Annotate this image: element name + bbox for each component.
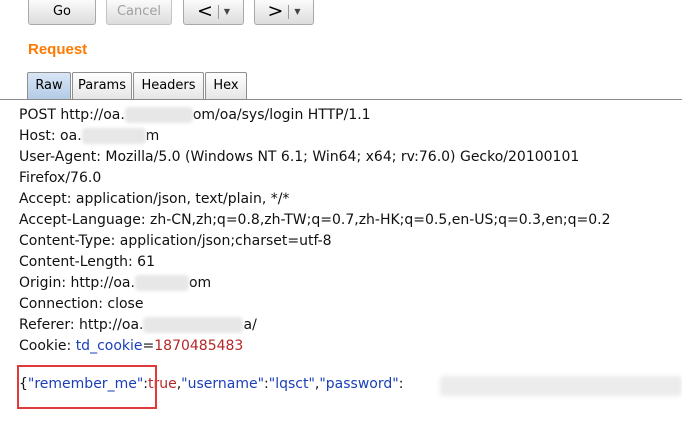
- chevron-right-icon: >: [267, 0, 284, 22]
- back-button[interactable]: < ▼: [183, 0, 244, 25]
- section-title: Request: [28, 41, 88, 58]
- header-host: Host: oa. m: [19, 128, 160, 144]
- dropdown-arrow-icon[interactable]: ▼: [224, 7, 230, 16]
- header-origin: Origin: http://oa. om: [19, 275, 212, 291]
- tab-headers[interactable]: Headers: [133, 72, 204, 99]
- chevron-left-icon: <: [196, 0, 213, 22]
- cookie-value: 1870485483: [154, 338, 244, 354]
- request-line: POST http://oa. om/oa/sys/login HTTP/1.1: [19, 107, 371, 123]
- go-button[interactable]: Go: [28, 0, 96, 25]
- cancel-button[interactable]: Cancel: [106, 0, 172, 25]
- toolbar: Go Cancel < ▼ > ▼: [0, 0, 682, 30]
- redacted-password-value: [440, 376, 682, 396]
- tab-params[interactable]: Params: [72, 72, 132, 99]
- header-user-agent: User-Agent: Mozilla/5.0 (Windows NT 6.1;…: [19, 149, 580, 165]
- redacted-text: [143, 317, 244, 333]
- redacted-text: [134, 275, 189, 291]
- json-value-username: "lqsct": [268, 376, 315, 392]
- json-key-username: "username": [181, 376, 265, 392]
- divider: [217, 5, 219, 19]
- tab-raw[interactable]: Raw: [27, 72, 71, 99]
- header-accept: Accept: application/json, text/plain, */…: [19, 191, 290, 207]
- json-key-password: "password": [319, 376, 399, 392]
- raw-request-editor[interactable]: POST http://oa. om/oa/sys/login HTTP/1.1 …: [19, 105, 679, 395]
- header-cookie: Cookie: td_cookie=1870485483: [19, 338, 244, 354]
- tab-hex[interactable]: Hex: [205, 72, 247, 99]
- cookie-name: td_cookie: [75, 338, 143, 354]
- header-connection: Connection: close: [19, 296, 144, 312]
- divider: [288, 5, 290, 19]
- header-referer: Referer: http://oa. a/: [19, 317, 257, 333]
- header-content-type: Content-Type: application/json;charset=u…: [19, 233, 332, 249]
- highlight-annotation-box: [17, 365, 157, 409]
- tab-divider: [0, 99, 682, 100]
- header-content-length: Content-Length: 61: [19, 254, 156, 270]
- redacted-text: [81, 128, 146, 144]
- forward-button[interactable]: > ▼: [254, 0, 314, 25]
- dropdown-arrow-icon[interactable]: ▼: [294, 7, 300, 16]
- header-user-agent-continued: Firefox/76.0: [19, 170, 102, 186]
- header-accept-language: Accept-Language: zh-CN,zh;q=0.8,zh-TW;q=…: [19, 212, 611, 228]
- redacted-text: [124, 107, 193, 123]
